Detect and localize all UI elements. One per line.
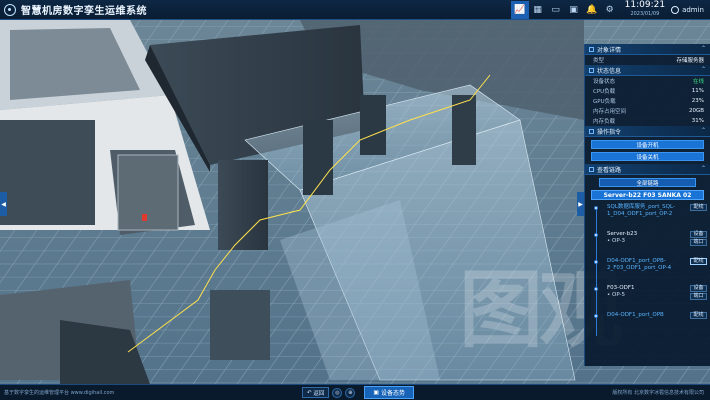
app-title: 智慧机房数字孪生运维系统 (21, 6, 147, 17)
chain-item[interactable]: Server-b23 • OP-3 设备 端口 (594, 231, 710, 255)
status-key: GPU负载 (593, 99, 616, 105)
detail-row: 类型 存储服务器 (585, 55, 710, 65)
chain-item-name: D04-ODF1_port_OPB (607, 312, 664, 318)
chain-node (594, 314, 598, 318)
clock: 11:09:21 2023/01/09 (625, 1, 665, 19)
device-status-label: 设备态势 (380, 390, 405, 397)
chain-node (594, 260, 598, 264)
status-key: 内存占用空间 (593, 109, 627, 115)
status-row: 设备状态 在线 (585, 76, 710, 86)
device-button[interactable]: 设备 (690, 231, 707, 238)
section-icon (589, 166, 594, 172)
device-button[interactable]: 设备 (690, 285, 707, 292)
chevron-up-icon: ⌃ (700, 127, 706, 134)
object-detail-header[interactable]: 对象详情 ⌃ (585, 44, 710, 55)
status-key: CPU负载 (593, 89, 616, 95)
chain-node (594, 206, 598, 210)
status-key: 内存负载 (593, 119, 616, 125)
top-bar: 智慧机房数字孪生运维系统 📈 ▦ ▭ ▣ 🔔 ⚙ 11:09:21 2023/0… (0, 0, 710, 20)
object-panel: 对象详情 ⌃ 类型 存储服务器 状态信息 ⌃ 设备状态 在线 CPU负载 11%… (584, 44, 710, 366)
chain-node (594, 287, 598, 291)
status-value: 20GB (688, 108, 704, 114)
target-icon[interactable]: ◎ (332, 387, 343, 398)
wiring-button[interactable]: 配线 (690, 312, 707, 319)
chain-item-actions: 配线 (690, 312, 707, 319)
top-right-controls: 📈 ▦ ▭ ▣ 🔔 ⚙ 11:09:21 2023/01/09 admin (510, 0, 710, 20)
status-value: 31% (691, 118, 704, 124)
chain-item-name: F03-ODF1 (607, 285, 635, 291)
chain-item[interactable]: D04-ODF1_port_OPB-2_F03_ODF1_port_OP-4 配… (594, 258, 710, 282)
status-value: 23% (691, 98, 704, 104)
clock-date: 2023/01/09 (630, 11, 660, 17)
chain-node (594, 233, 598, 237)
status-value: 在线 (692, 79, 704, 85)
bell-icon[interactable]: 🔔 (583, 1, 601, 19)
links-header[interactable]: 查看链路 ⌃ (585, 164, 710, 175)
links-title: 查看链路 (597, 166, 622, 174)
status-row: GPU负载 23% (585, 96, 710, 106)
chain-item-name: SQL数据库服务_port_SQL-1_D04_ODF1_port_OP-2 (607, 204, 675, 217)
all-links-button[interactable]: 全部链路 (599, 178, 696, 187)
chain-item-actions: 配线 (690, 204, 707, 211)
status-row: 内存负载 31% (585, 116, 710, 126)
chain-item-actions: 设备 端口 (690, 285, 707, 300)
server-name-bar: Server-b22 F03 SANKA 02 (591, 190, 704, 200)
footer-left-text: 基于数字孪生的运维管理平台 www.digihail.com (4, 390, 115, 396)
clock-time: 11:09:21 (624, 0, 666, 10)
status-key: 设备状态 (593, 79, 616, 85)
compass-icon[interactable]: ⊕ (345, 387, 356, 398)
user-menu[interactable]: admin (671, 6, 704, 14)
status-row: 内存占用空间 20GB (585, 106, 710, 116)
chain-item-actions: 设备 端口 (690, 231, 707, 246)
right-panel-toggle[interactable]: ▶ (577, 192, 584, 216)
power-on-button[interactable]: 设备开机 (591, 140, 704, 149)
bottom-controls: ↶ 返回 ◎ ⊕ ▣ 设备态势 (302, 386, 414, 399)
detail-key: 类型 (593, 58, 605, 64)
section-icon (589, 67, 594, 73)
device-status-button[interactable]: ▣ 设备态势 (364, 386, 414, 399)
ops-title: 操作指令 (597, 128, 622, 136)
chevron-up-icon: ⌃ (700, 165, 706, 172)
status-row: CPU负载 11% (585, 86, 710, 96)
chain-item-name: Server-b23 (607, 231, 638, 237)
device-status-icon: ▣ (373, 389, 381, 396)
detail-value: 存储服务器 (676, 58, 704, 64)
avatar-icon (671, 6, 680, 14)
chain-item[interactable]: SQL数据库服务_port_SQL-1_D04_ODF1_port_OP-2 配… (594, 204, 710, 228)
port-button[interactable]: 端口 (690, 293, 707, 300)
app-logo (4, 3, 16, 16)
chain-item[interactable]: D04-ODF1_port_OPB 配线 (594, 312, 710, 336)
port-button[interactable]: 端口 (690, 239, 707, 246)
chain-item-sub: • OP-3 (607, 238, 626, 244)
status-value: 11% (691, 88, 704, 94)
footer-right-text: 版权所有 北京数字冰雹信息技术有限公司 (612, 390, 704, 396)
link-chain: SQL数据库服务_port_SQL-1_D04_ODF1_port_OP-2 配… (585, 204, 710, 336)
power-off-button[interactable]: 设备关机 (591, 152, 704, 161)
image-icon[interactable]: ▣ (565, 1, 583, 19)
grid-icon[interactable]: ▦ (529, 1, 547, 19)
object-detail-title: 对象详情 (597, 46, 622, 54)
back-label: 返回 (313, 390, 325, 397)
chain-item-actions: 配线 (690, 258, 707, 265)
left-panel-toggle[interactable]: ◀ (0, 192, 7, 216)
section-icon (589, 46, 594, 52)
chart-icon[interactable]: 📈 (510, 1, 529, 19)
bottom-bar: 基于数字孪生的运维管理平台 www.digihail.com ↶ 返回 ◎ ⊕ … (0, 384, 710, 400)
chain-item-sub: • OP-5 (607, 292, 626, 298)
user-name: admin (682, 6, 704, 14)
chevron-up-icon: ⌃ (700, 66, 706, 73)
monitor-icon[interactable]: ▭ (547, 1, 565, 19)
gear-icon[interactable]: ⚙ (601, 1, 619, 19)
status-header[interactable]: 状态信息 ⌃ (585, 65, 710, 76)
chain-item[interactable]: F03-ODF1 • OP-5 设备 端口 (594, 285, 710, 309)
wiring-button[interactable]: 配线 (690, 258, 707, 265)
chain-item-name: D04-ODF1_port_OPB-2_F03_ODF1_port_OP-4 (607, 258, 672, 271)
ops-header[interactable]: 操作指令 ⌃ (585, 126, 710, 137)
wiring-button[interactable]: 配线 (690, 204, 707, 211)
chevron-up-icon: ⌃ (700, 45, 706, 52)
section-icon (589, 128, 594, 134)
status-title: 状态信息 (597, 67, 622, 75)
back-button[interactable]: ↶ 返回 (302, 387, 330, 398)
